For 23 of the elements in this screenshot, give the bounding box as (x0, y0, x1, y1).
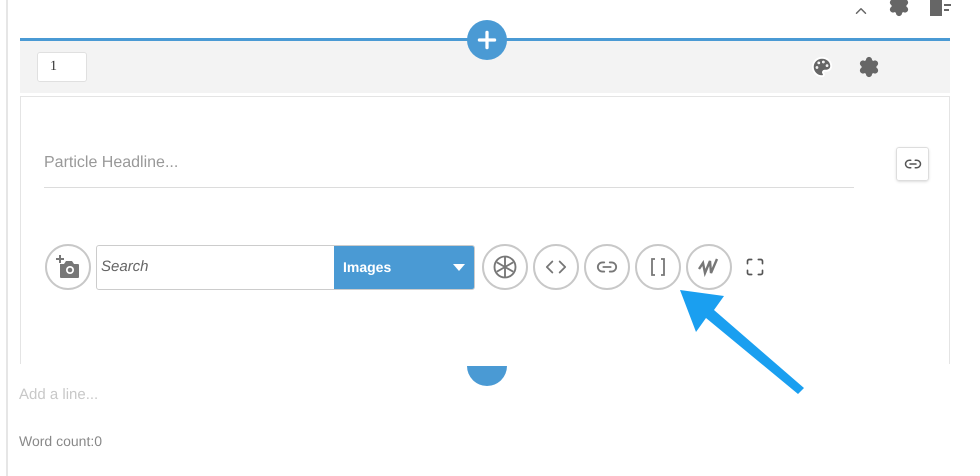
fullscreen-icon[interactable] (745, 257, 765, 277)
word-count: Word count:0 (19, 432, 104, 450)
palette-icon[interactable] (811, 56, 833, 78)
number-field[interactable]: 1 (37, 52, 87, 82)
code-button[interactable] (533, 244, 579, 290)
caret-icon (453, 264, 465, 270)
link-button[interactable] (584, 244, 630, 290)
add-photo-button[interactable] (45, 244, 91, 290)
zigzag-icon (697, 257, 721, 277)
search-type-dropdown[interactable]: Images (334, 246, 474, 288)
brackets-icon (650, 258, 666, 276)
headline-field[interactable]: Particle Headline... (44, 143, 854, 188)
signal-button[interactable] (686, 244, 732, 290)
brackets-button[interactable] (635, 244, 681, 290)
camera-plus-icon (55, 255, 81, 279)
document-icon[interactable] (928, 0, 952, 18)
search-field[interactable]: Search Images (96, 244, 475, 290)
link-button[interactable] (896, 147, 929, 181)
add-button-partial[interactable] (467, 366, 507, 386)
add-block-button[interactable] (467, 20, 507, 60)
settings-icon[interactable] (858, 56, 880, 78)
ai-button[interactable] (482, 244, 528, 290)
settings-icon[interactable] (888, 0, 910, 17)
